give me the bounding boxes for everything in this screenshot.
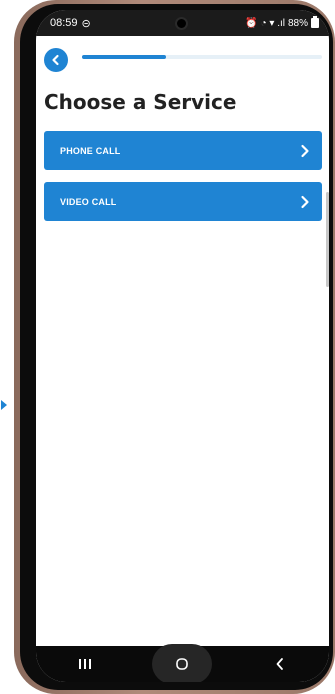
screen: 08:59 ⊝ ⏰ ◔ ▾ .ıl 88% Choose a Service P… <box>36 10 329 682</box>
progress-fill <box>82 55 166 59</box>
battery-icon <box>311 16 319 28</box>
front-camera <box>175 17 188 30</box>
status-left: 08:59 ⊝ <box>50 17 91 30</box>
scroll-indicator[interactable] <box>326 192 329 287</box>
back-button[interactable] <box>44 48 68 72</box>
status-right: ⏰ ◔ ▾ .ıl 88% <box>245 16 319 29</box>
recent-apps-icon <box>78 659 91 669</box>
back-nav-icon <box>276 658 284 670</box>
service-list: PHONE CALL VIDEO CALL <box>44 131 322 233</box>
recent-apps-button[interactable] <box>55 649 115 679</box>
status-icons: ⏰ ◔ ▾ .ıl <box>245 17 285 29</box>
back-nav-button[interactable] <box>250 649 310 679</box>
video-call-button[interactable]: VIDEO CALL <box>44 182 322 221</box>
nav-bar <box>36 644 329 682</box>
dnd-icon: ⊝ <box>81 17 91 30</box>
chevron-left-icon <box>52 54 59 66</box>
home-button[interactable] <box>152 644 213 682</box>
home-pill <box>152 644 213 682</box>
video-call-label: VIDEO CALL <box>60 196 117 207</box>
chevron-right-icon <box>300 195 310 209</box>
progress-track <box>82 55 322 59</box>
page-title: Choose a Service <box>44 90 237 114</box>
phone-call-button[interactable]: PHONE CALL <box>44 131 322 170</box>
side-marker <box>1 400 7 410</box>
status-time: 08:59 <box>50 17 78 29</box>
battery-level: 88% <box>287 17 308 29</box>
phone-call-label: PHONE CALL <box>60 145 121 156</box>
home-icon <box>176 658 189 670</box>
chevron-right-icon <box>300 144 310 158</box>
